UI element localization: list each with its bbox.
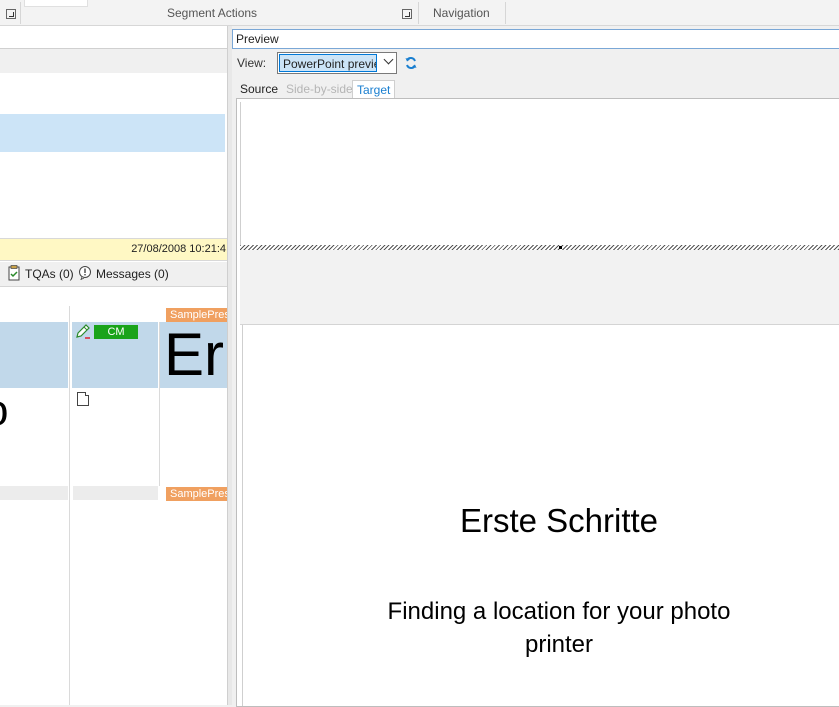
ribbon-group-navigation: Navigation [433, 6, 490, 20]
segment-actions-launcher-icon[interactable] [402, 9, 412, 19]
tab-source[interactable]: Source [236, 80, 282, 98]
view-dropdown[interactable]: PowerPoint previe [277, 52, 397, 74]
editor-header [0, 49, 227, 73]
tag-open: SamplePres [166, 308, 227, 322]
source-cell[interactable] [0, 322, 68, 388]
ribbon-separator [418, 2, 419, 24]
document-icon [77, 392, 89, 406]
selected-row[interactable] [0, 114, 225, 152]
editor-row [0, 73, 227, 113]
ribbon: Segment Actions Navigation [0, 0, 839, 26]
tqas-count[interactable]: TQAs (0) [25, 267, 74, 281]
chevron-down-icon[interactable] [383, 54, 394, 65]
source-text[interactable]: o [0, 388, 8, 434]
tab-side-by-side: Side-by-side [286, 82, 353, 96]
timestamp: 27/08/2008 10:21:4 [131, 243, 226, 255]
slide-subtitle-line1: Finding a location for your photo [387, 598, 731, 625]
row-footer [0, 486, 68, 500]
tqa-icon[interactable] [8, 265, 20, 284]
preview-pane: Preview View: PowerPoint previe Source S… [232, 26, 839, 707]
refresh-icon[interactable] [404, 56, 418, 73]
row-footer [73, 486, 158, 500]
tag-close: SamplePres [166, 487, 227, 501]
editor-pane: 27/08/2008 10:21:4 TQAs (0) Messages (0)… [0, 26, 227, 705]
slide-subtitle-line2: printer [524, 631, 594, 658]
preview-canvas[interactable]: Erste Schritte Finding a location for yo… [236, 98, 839, 707]
slide-gap [240, 250, 839, 325]
slide-top-area [240, 102, 839, 246]
grid-divider [69, 306, 70, 705]
pencil-icon [75, 324, 91, 343]
resize-handle[interactable] [559, 246, 562, 249]
ribbon-tab-stub [24, 0, 88, 7]
messages-icon[interactable] [78, 265, 92, 283]
view-dropdown-value[interactable]: PowerPoint previe [279, 54, 377, 72]
ribbon-separator [20, 2, 21, 24]
preview-title: Preview [236, 32, 279, 46]
match-badge: CM [94, 325, 138, 339]
target-text[interactable]: Er [164, 322, 224, 388]
editor-toolbar [0, 26, 227, 49]
slide-subtitle: Finding a location for your photo printe… [243, 595, 839, 661]
preview-title-bar: Preview [232, 29, 839, 49]
date-row: 27/08/2008 10:21:4 [0, 238, 227, 261]
view-label: View: [237, 56, 267, 70]
slide: Erste Schritte Finding a location for yo… [242, 325, 839, 706]
ribbon-group-segment-actions: Segment Actions [167, 6, 258, 20]
slide-title: Erste Schritte [459, 502, 659, 539]
status-bar: TQAs (0) Messages (0) [0, 262, 227, 287]
tab-target[interactable]: Target [352, 80, 396, 99]
dialog-launcher-icon[interactable] [6, 9, 16, 19]
messages-count[interactable]: Messages (0) [96, 267, 169, 281]
ribbon-separator [505, 2, 506, 24]
